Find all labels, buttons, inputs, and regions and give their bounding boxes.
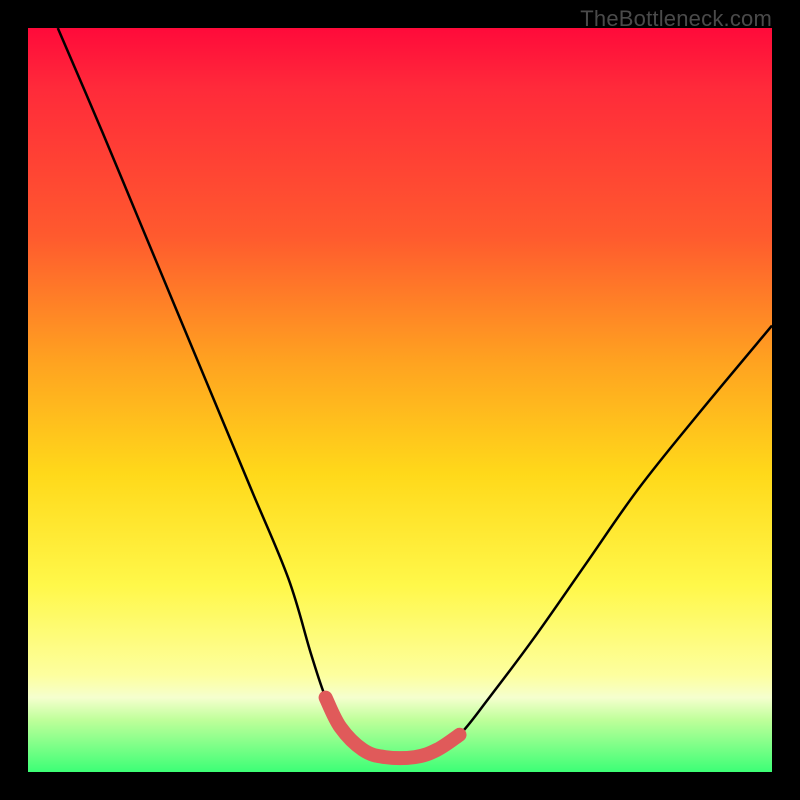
plot-area [28, 28, 772, 772]
curve-svg [28, 28, 772, 772]
frame: TheBottleneck.com [0, 0, 800, 800]
highlight-segment [326, 698, 460, 759]
v-curve [58, 28, 772, 758]
